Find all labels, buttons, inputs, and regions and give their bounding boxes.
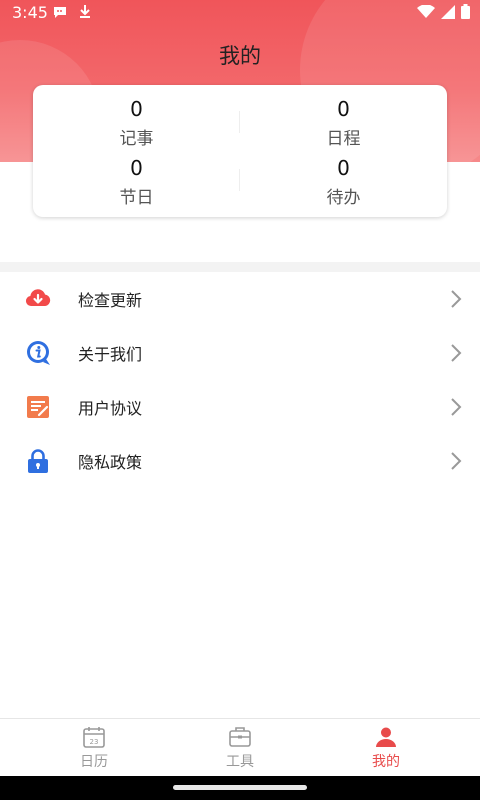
status-time: 3:45 xyxy=(12,3,48,22)
stat-holidays[interactable]: 0 节日 xyxy=(33,156,240,210)
stat-todo-label: 待办 xyxy=(326,188,361,208)
stat-divider xyxy=(239,111,240,133)
stats-card: 0 记事 0 日程 0 节日 0 待办 xyxy=(33,85,447,217)
menu-item-label: 隐私政策 xyxy=(78,453,143,472)
tab-calendar[interactable]: 23 日历 xyxy=(34,719,154,777)
section-separator xyxy=(0,262,480,272)
stat-notes[interactable]: 0 记事 xyxy=(33,97,240,151)
wifi-icon xyxy=(417,4,435,18)
chat-notification-icon xyxy=(54,7,66,18)
menu-item-user-agreement[interactable]: 用户协议 xyxy=(0,380,480,434)
home-gesture-handle[interactable] xyxy=(173,785,307,790)
calendar-icon-date: 23 xyxy=(90,738,99,746)
stat-schedule[interactable]: 0 日程 xyxy=(240,97,447,151)
info-icon xyxy=(27,341,50,365)
stat-schedule-label: 日程 xyxy=(326,129,361,149)
menu-item-label: 检查更新 xyxy=(78,291,143,310)
tab-mine-label: 我的 xyxy=(372,754,400,770)
menu-item-privacy-policy[interactable]: 隐私政策 xyxy=(0,434,480,488)
battery-icon xyxy=(461,4,470,19)
cloud-download-icon xyxy=(25,289,51,307)
tab-calendar-label: 日历 xyxy=(80,754,108,770)
chevron-right-icon xyxy=(451,344,462,362)
document-icon xyxy=(27,396,49,418)
gesture-navigation-bar xyxy=(0,776,480,800)
lock-icon xyxy=(28,449,48,473)
stat-notes-value: 0 xyxy=(130,97,143,121)
menu-item-label: 关于我们 xyxy=(78,345,143,364)
stat-todo-value: 0 xyxy=(337,156,350,180)
menu-item-about-us[interactable]: 关于我们 xyxy=(0,326,480,380)
calendar-icon: 23 xyxy=(83,727,105,748)
tab-tools[interactable]: 工具 xyxy=(180,719,300,777)
status-bar: 3:45 xyxy=(0,0,480,26)
tab-tools-label: 工具 xyxy=(226,754,254,770)
tab-mine[interactable]: 我的 xyxy=(326,719,446,777)
chevron-right-icon xyxy=(451,398,462,416)
toolbox-icon xyxy=(229,727,251,747)
bottom-nav: 23 日历 工具 我的 xyxy=(0,718,480,777)
stat-todo[interactable]: 0 待办 xyxy=(240,156,447,210)
menu-item-check-update[interactable]: 检查更新 xyxy=(0,272,480,326)
download-icon xyxy=(80,5,90,18)
stat-holidays-value: 0 xyxy=(130,156,143,180)
menu-item-label: 用户协议 xyxy=(78,399,143,418)
stat-divider xyxy=(239,169,240,191)
chevron-right-icon xyxy=(451,452,462,470)
page-title: 我的 xyxy=(219,44,261,68)
person-icon xyxy=(376,727,396,747)
chevron-right-icon xyxy=(451,290,462,308)
stat-holidays-label: 节日 xyxy=(119,188,154,208)
stat-schedule-value: 0 xyxy=(337,97,350,121)
stat-notes-label: 记事 xyxy=(119,129,154,149)
signal-icon xyxy=(441,4,455,19)
